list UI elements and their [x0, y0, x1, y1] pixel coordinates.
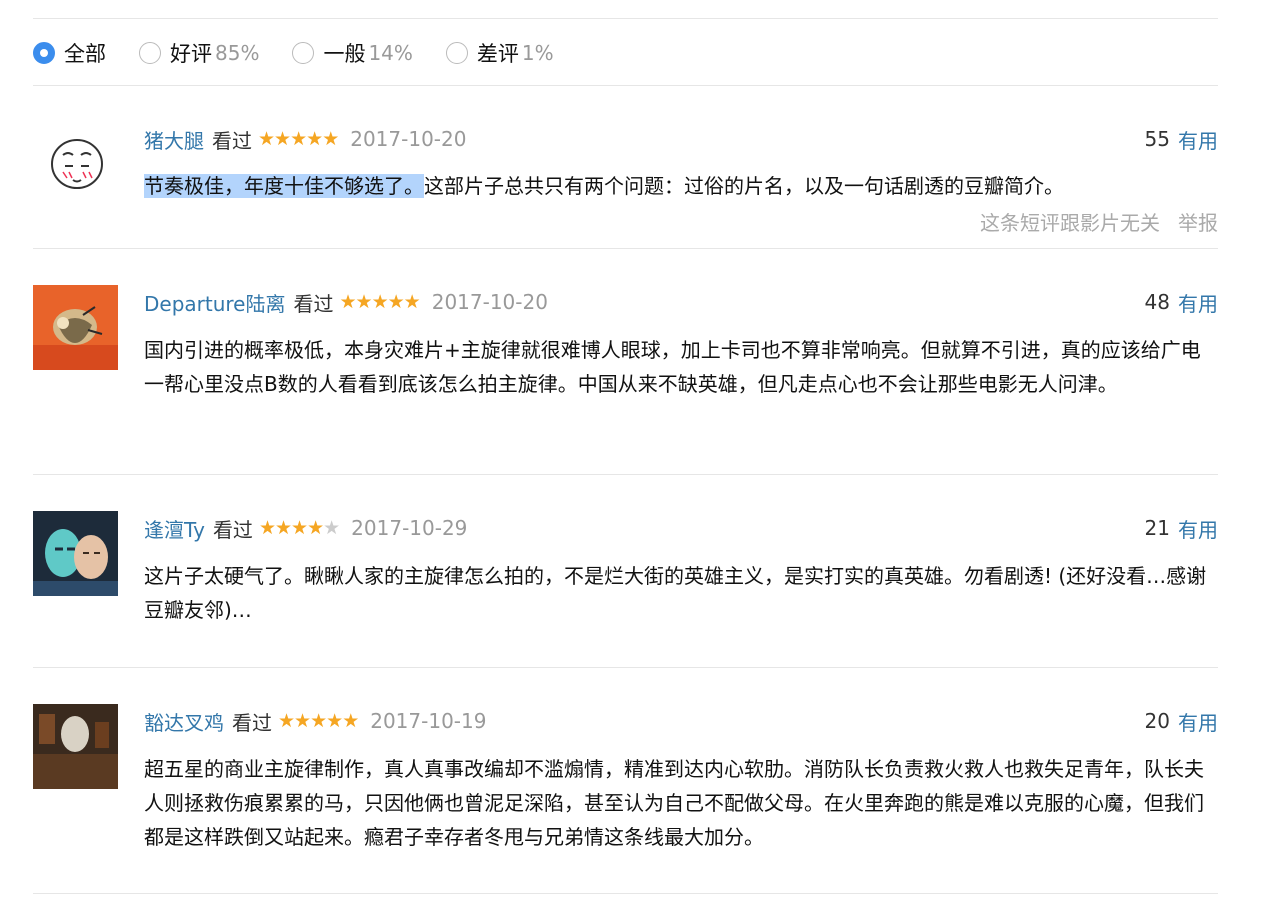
star-icon: ★ [258, 127, 275, 150]
watch-status: 看过 [232, 710, 272, 735]
rating-stars: ★ ★ ★ ★ ★ [258, 516, 340, 539]
star-icon: ★ [294, 709, 311, 732]
star-icon: ★ [342, 709, 359, 732]
useful-button[interactable]: 有用 [1178, 514, 1218, 543]
radio-negative[interactable] [445, 42, 468, 64]
star-icon: ★ [326, 709, 343, 732]
avatar[interactable] [33, 511, 118, 596]
review-text: 节奏极佳，年度十佳不够选了。这部片子总共只有两个问题：过俗的片名，以及一句话剧透… [144, 169, 1219, 203]
review-date: 2017-10-20 [350, 127, 467, 151]
filter-all[interactable]: 全部 [33, 38, 106, 68]
filter-positive[interactable]: 好评 85% [139, 38, 259, 68]
username-link[interactable]: 猪大腿 [144, 125, 204, 154]
username-link[interactable]: Departure陆离 [144, 288, 285, 317]
radio-neutral[interactable] [292, 42, 315, 64]
username-link[interactable]: 豁达叉鸡 [144, 707, 224, 736]
star-icon: ★ [291, 516, 308, 539]
star-empty-icon: ★ [323, 516, 340, 539]
review-meta: 逢澶Ty 看过 ★ ★ ★ ★ ★ 2017-10-29 [144, 511, 1218, 545]
star-icon: ★ [274, 516, 292, 539]
star-icon: ★ [371, 290, 389, 313]
filter-divider [33, 85, 1218, 86]
star-icon: ★ [387, 290, 405, 313]
rating-stars: ★ ★ ★ ★ ★ [278, 709, 359, 732]
star-icon: ★ [306, 127, 323, 150]
star-icon: ★ [339, 290, 356, 313]
filter-negative-label: 差评 [476, 42, 519, 66]
review-actions: 这条短评跟影片无关 举报 [980, 207, 1218, 236]
review-meta: 猪大腿 看过 ★ ★ ★ ★ ★ 2017-10-20 [144, 122, 1218, 156]
vote-count: 48 [1144, 290, 1170, 314]
star-icon: ★ [307, 516, 324, 539]
vote-area: 21 有用 [1145, 511, 1218, 545]
star-icon: ★ [322, 127, 339, 150]
filter-neutral-label: 一般 [323, 42, 366, 66]
review-body: 豁达叉鸡 看过 ★ ★ ★ ★ ★ 2017-10-19 20 有用 超五星的商业主旋律… [144, 704, 1218, 854]
selected-text: 节奏极佳，年度十佳不够选了。 [144, 174, 424, 198]
review-body: 猪大腿 看过 ★ ★ ★ ★ ★ 2017-10-20 55 有用 节奏极佳，年度十佳不… [144, 122, 1219, 235]
vote-count: 21 [1144, 516, 1170, 540]
star-icon: ★ [258, 516, 276, 539]
review-date: 2017-10-19 [370, 709, 487, 733]
unrelated-link[interactable]: 这条短评跟影片无关 [980, 211, 1160, 235]
review-item: 豁达叉鸡 看过 ★ ★ ★ ★ ★ 2017-10-19 20 有用 超五星的商业主旋律… [33, 704, 1218, 884]
star-icon: ★ [403, 290, 421, 313]
filter-negative[interactable]: 差评 1% [445, 38, 554, 68]
avatar[interactable] [33, 122, 118, 207]
radio-all[interactable] [33, 42, 55, 64]
review-divider [33, 893, 1218, 894]
filter-neutral[interactable]: 一般 14% [292, 38, 413, 68]
star-icon: ★ [274, 127, 291, 150]
watch-status: 看过 [212, 128, 252, 153]
report-link[interactable]: 举报 [1178, 211, 1218, 235]
filter-negative-pct: 1% [521, 41, 554, 65]
rating-stars: ★ ★ ★ ★ ★ [339, 290, 421, 313]
review-meta: Departure陆离 看过 ★ ★ ★ ★ ★ 2017-10-20 [144, 285, 1218, 319]
rating-stars: ★ ★ ★ ★ ★ [258, 127, 339, 150]
review-body: Departure陆离 看过 ★ ★ ★ ★ ★ 2017-10-20 48 有用 国内… [144, 285, 1218, 401]
filter-positive-label: 好评 [170, 42, 212, 66]
star-icon: ★ [355, 290, 373, 313]
watch-status: 看过 [293, 291, 334, 316]
review-divider [33, 474, 1218, 475]
useful-button[interactable]: 有用 [1178, 707, 1218, 736]
review-body: 逢澶Ty 看过 ★ ★ ★ ★ ★ 2017-10-29 21 有用 这片子太硬气了。瞅… [144, 511, 1218, 627]
useful-button[interactable]: 有用 [1178, 125, 1218, 154]
avatar[interactable] [33, 285, 118, 370]
vote-count: 20 [1144, 709, 1170, 733]
review-date: 2017-10-20 [431, 290, 548, 314]
vote-count: 55 [1144, 127, 1170, 151]
star-icon: ★ [290, 127, 307, 150]
vote-area: 55 有用 [1145, 122, 1218, 156]
avatar[interactable] [33, 704, 118, 789]
filter-neutral-pct: 14% [368, 41, 413, 65]
review-meta: 豁达叉鸡 看过 ★ ★ ★ ★ ★ 2017-10-19 [144, 704, 1218, 738]
review-text: 这片子太硬气了。瞅瞅人家的主旋律怎么拍的，不是烂大街的英雄主义，是实打实的真英雄… [144, 564, 1207, 622]
rating-filter: 全部 好评 85% 一般 14% 差评 1% [33, 37, 587, 69]
review-item: 逢澶Ty 看过 ★ ★ ★ ★ ★ 2017-10-29 21 有用 这片子太硬气了。瞅… [33, 511, 1218, 661]
review-text: 国内引进的概率极低，本身灾难片+主旋律就很难博人眼球，加上卡司也不算非常响亮。但… [144, 338, 1201, 396]
review-date: 2017-10-29 [351, 516, 468, 540]
radio-positive[interactable] [139, 42, 161, 64]
username-link[interactable]: 逢澶Ty [144, 514, 205, 543]
top-divider [33, 18, 1218, 19]
review-text: 超五星的商业主旋律制作，真人真事改编却不滥煽情，精准到达内心软肋。消防队长负责救… [144, 757, 1204, 849]
watch-status: 看过 [212, 517, 253, 542]
review-text-rest: 这部片子总共只有两个问题：过俗的片名，以及一句话剧透的豆瓣简介。 [424, 174, 1064, 198]
review-item: 猪大腿 看过 ★ ★ ★ ★ ★ 2017-10-20 55 有用 节奏极佳，年度十佳不… [33, 122, 1218, 247]
review-divider [33, 667, 1218, 668]
vote-area: 48 有用 [1145, 285, 1218, 319]
review-divider [33, 248, 1218, 249]
star-icon: ★ [310, 709, 327, 732]
star-icon: ★ [278, 709, 295, 732]
useful-button[interactable]: 有用 [1178, 288, 1218, 317]
vote-area: 20 有用 [1145, 704, 1218, 738]
review-item: Departure陆离 看过 ★ ★ ★ ★ ★ 2017-10-20 48 有用 国内… [33, 285, 1218, 465]
filter-all-label: 全部 [64, 42, 106, 66]
filter-positive-pct: 85% [215, 41, 260, 65]
